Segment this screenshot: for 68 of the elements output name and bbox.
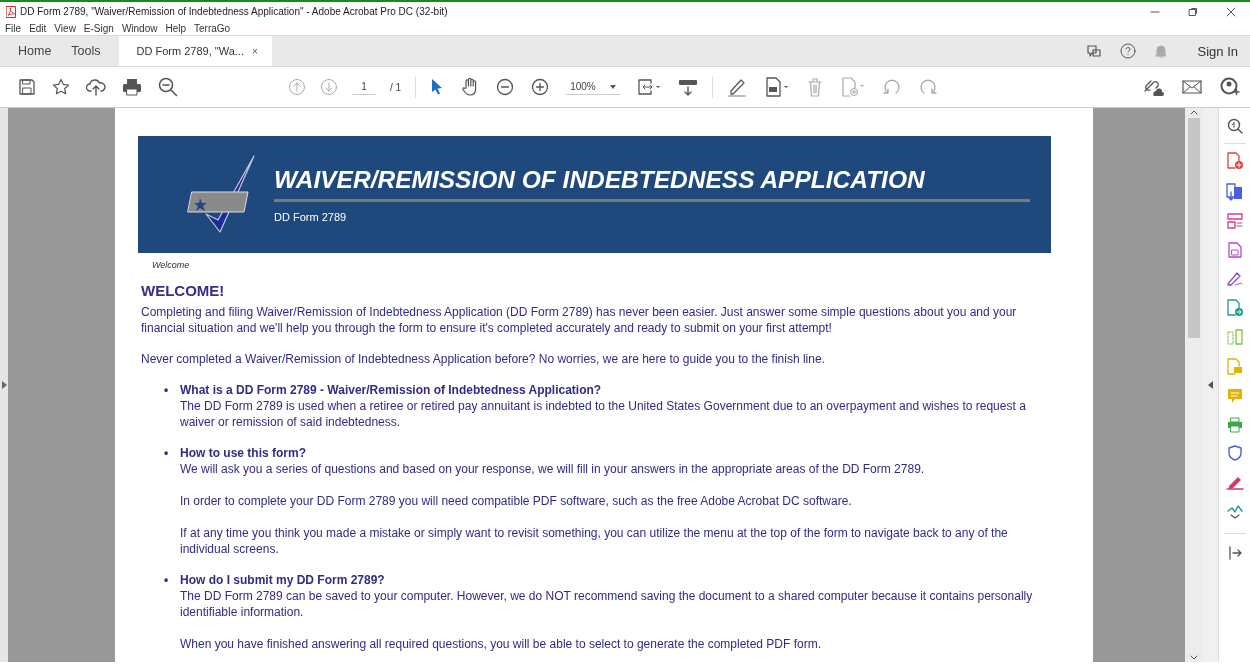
print-icon[interactable] — [122, 78, 142, 96]
zoom-search-icon[interactable] — [158, 77, 178, 97]
help-icon[interactable] — [1119, 43, 1136, 59]
question-heading: How do I submit my DD Form 2789? — [180, 572, 386, 588]
bullet: • — [164, 572, 170, 589]
expand-left-pane-icon[interactable] — [1, 381, 7, 389]
fit-page-icon[interactable] — [636, 77, 661, 97]
mail-icon[interactable] — [1182, 79, 1202, 95]
document-menu-icon[interactable] — [764, 77, 789, 97]
page-count: / 1 — [390, 81, 402, 93]
signature-icon[interactable] — [1225, 270, 1244, 286]
scroll-down-icon[interactable] — [1189, 654, 1199, 662]
menu-item[interactable]: Window — [121, 22, 158, 34]
layout-icon[interactable] — [1226, 213, 1243, 229]
save-icon[interactable] — [18, 78, 36, 96]
bullet: • — [164, 382, 170, 399]
bullet: • — [164, 445, 170, 462]
feedback-icon[interactable] — [1085, 43, 1102, 59]
zoom-search-icon[interactable] — [1226, 118, 1243, 134]
restore-icon[interactable] — [1188, 6, 1198, 17]
tab[interactable]: Home — [8, 36, 62, 66]
scroll-up-icon[interactable] — [1189, 108, 1199, 116]
question-heading: How to use this form? — [180, 445, 307, 461]
menu-item[interactable]: View — [54, 22, 76, 34]
print-production-icon[interactable] — [1226, 416, 1243, 433]
window-title: DD Form 2789, "Waiver/Remission of Indebtedness Application" - Adobe Acrobat Pro DC (32-bit) — [20, 6, 449, 17]
paragraph: The DD Form 2789 can be saved to your computer. However, we do NOT recommend saving the document to a shared computer because it contains personally identifiable information. — [180, 588, 1034, 620]
caret-icon — [609, 84, 616, 89]
collapse-pane-icon[interactable] — [1208, 381, 1213, 389]
paragraph: When you have finished answering all required questions, you will be able to select to generate the completed PDF form. — [180, 636, 823, 652]
add-user-icon[interactable] — [1220, 77, 1240, 97]
expand-pane-icon[interactable] — [1227, 546, 1242, 560]
close-icon[interactable] — [1226, 6, 1236, 17]
menu-item[interactable]: TerraGo — [194, 22, 231, 34]
menu-item[interactable]: Help — [165, 22, 187, 34]
paragraph: If at any time you think you made a mistake or simply want to revisit something, you can utilize the menu at the top of the form to navigate back to any of the individual screens. — [180, 525, 1009, 557]
zoom-out-icon[interactable] — [496, 78, 515, 96]
highlighter-icon[interactable] — [726, 77, 747, 97]
export-pdf-icon[interactable] — [1225, 182, 1244, 201]
menu-item[interactable]: E-Sign — [83, 22, 114, 34]
shield-icon[interactable] — [1227, 445, 1242, 461]
scroll-mode-icon[interactable] — [677, 77, 698, 97]
pdf-action-icon[interactable] — [1226, 298, 1243, 317]
tab[interactable]: DD Form 2789, "Wa... × — [118, 36, 272, 66]
scrollbar[interactable] — [1185, 108, 1203, 662]
page-number-field[interactable]: 1 — [352, 79, 376, 95]
tab[interactable]: Tools — [61, 36, 111, 66]
menu-item[interactable]: File — [5, 22, 22, 34]
paragraph: Completing and filing Waiver/Remission of Indebtedness Application (DD Form 2789) has never been easier. Just answer some simple questions about you and your financial situation and we'll help you through the form to ensure it's completed accurately and ready to submit on your first attempt! — [141, 304, 1018, 336]
zoom-in-icon[interactable] — [531, 78, 550, 96]
banner-subtitle: DD Form 2789 — [274, 211, 348, 223]
paragraph: Never completed a Waiver/Remission of Indebtedness Application before? No worries, we are here to guide you to the finish line. — [141, 351, 826, 367]
star-icon[interactable] — [52, 78, 70, 96]
welcome-heading: WELCOME! — [141, 282, 226, 299]
menu-item[interactable]: Edit — [29, 22, 47, 34]
paragraph: We will ask you a series of questions and based on your response, we will fill in your answers in the appropriate areas of the DD Form 2789. — [180, 461, 926, 477]
pdf-app-icon — [6, 5, 16, 18]
create-pdf-icon[interactable] — [1226, 152, 1243, 170]
form-icon[interactable] — [1227, 241, 1242, 258]
paragraph: The DD Form 2789 is used when a retiree or retired pay annuitant is indebted to the United States Government due to an overpayment and wishes to request a waiver or remission of said indebtedness. — [180, 398, 1027, 430]
sign-in-link[interactable]: Sign In — [1197, 43, 1238, 59]
paragraph: In order to complete your DD Form 2789 you will need compatible PDF software, such as the free Adobe Acrobat DC software. — [180, 493, 853, 509]
breadcrumb: Welcome — [152, 260, 191, 270]
question-heading: What is a DD Form 2789 - Waiver/Remission of Indebtedness Application? — [180, 382, 603, 398]
zoom-dropdown[interactable]: 100% — [566, 79, 620, 95]
close-tab-button[interactable]: × — [251, 45, 258, 57]
cloud-upload-icon[interactable] — [86, 78, 106, 96]
banner-title: WAIVER/REMISSION OF INDEBTEDNESS APPLICATION — [274, 166, 926, 194]
